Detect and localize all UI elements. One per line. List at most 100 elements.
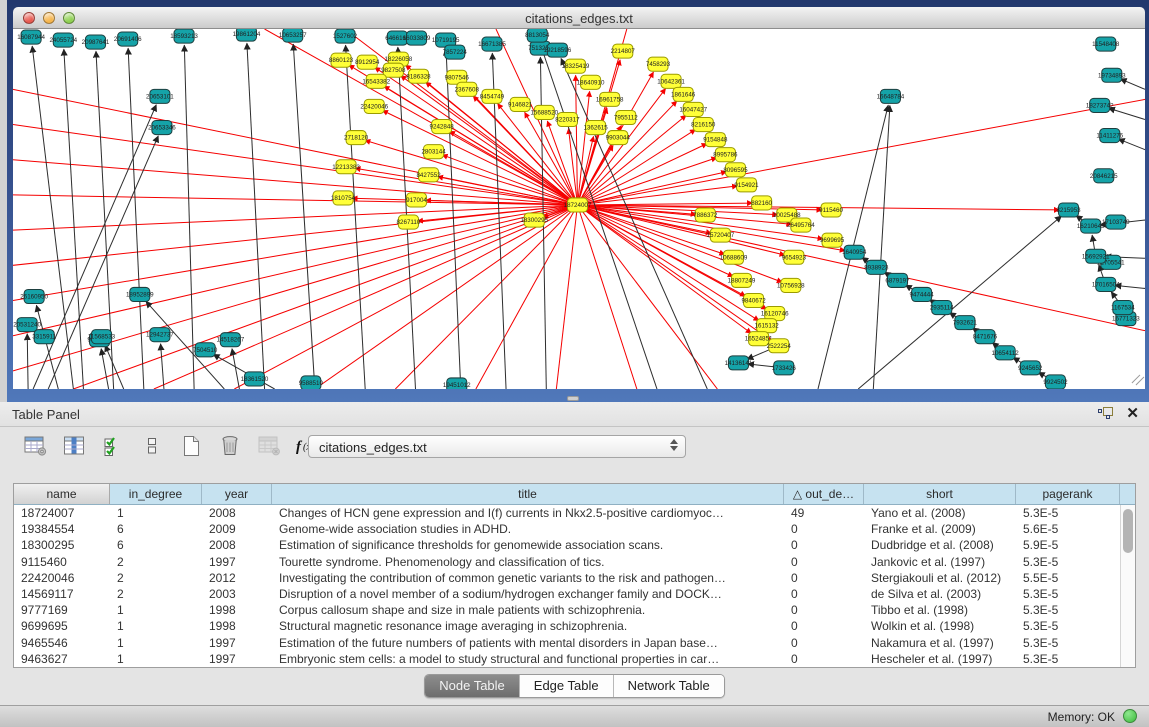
graph-node[interactable]: 9146821 xyxy=(508,97,533,111)
splitter-grip[interactable] xyxy=(567,396,579,401)
graph-node[interactable]: 9840672 xyxy=(741,293,766,307)
graph-node[interactable]: 17103749 xyxy=(1102,215,1130,229)
graph-node[interactable]: 16210643 xyxy=(1077,219,1105,233)
graph-node[interactable]: 16047427 xyxy=(679,102,707,116)
graph-node[interactable]: 18593213 xyxy=(170,29,198,43)
graph-node[interactable]: 6879197 xyxy=(885,273,910,287)
graph-node[interactable]: 8220317 xyxy=(555,112,580,126)
create-column-icon[interactable] xyxy=(178,433,204,459)
graph-node[interactable]: 16961758 xyxy=(596,92,624,106)
graph-node[interactable]: 18300295 xyxy=(520,213,548,227)
graph-node[interactable]: 1615132 xyxy=(755,319,780,333)
graph-node[interactable]: 2214807 xyxy=(611,44,636,58)
graph-node[interactable]: 11548408 xyxy=(1092,37,1120,51)
graph-node[interactable]: 18952899 xyxy=(126,287,154,301)
graph-node[interactable]: 16033809 xyxy=(403,31,431,45)
graph-node[interactable]: 2803144 xyxy=(421,145,446,159)
graph-edge[interactable] xyxy=(1118,139,1145,150)
graph-node[interactable]: 11411276 xyxy=(1096,129,1123,143)
graph-node[interactable]: 10653257 xyxy=(279,29,307,42)
graph-node[interactable]: 16671385 xyxy=(478,37,506,51)
table-row[interactable]: 1456911722003Disruption of a novel membe… xyxy=(14,586,1135,602)
graph-node[interactable]: 9903044 xyxy=(606,131,631,145)
graph-node[interactable]: 26495764 xyxy=(787,218,815,232)
graph-edge[interactable] xyxy=(27,334,28,389)
graph-node[interactable]: 2935114 xyxy=(930,301,954,315)
graph-node[interactable]: 16087944 xyxy=(17,30,45,44)
graph-node[interactable]: 18361520 xyxy=(241,372,269,386)
graph-node[interactable]: 9154848 xyxy=(703,133,728,147)
graph-edge[interactable] xyxy=(161,344,164,389)
graph-node[interactable]: 22420046 xyxy=(360,99,388,113)
graph-node[interactable]: 14518267 xyxy=(217,333,245,347)
graph-node[interactable]: 8995786 xyxy=(713,148,738,162)
graph-node[interactable]: 9115460 xyxy=(819,203,843,217)
graph-node[interactable]: 12213383 xyxy=(332,160,360,174)
table-row[interactable]: 1830029562008Estimation of significance … xyxy=(14,537,1135,553)
column-header-out_de[interactable]: △ out_de… xyxy=(784,484,864,504)
graph-edge[interactable] xyxy=(577,203,752,205)
column-header-short[interactable]: short xyxy=(864,484,1016,504)
network-window-titlebar[interactable]: citations_edges.txt xyxy=(13,7,1145,29)
graph-edge[interactable] xyxy=(13,195,577,205)
graph-edge[interactable] xyxy=(13,205,577,230)
graph-node[interactable]: 2367608 xyxy=(455,82,480,96)
graph-node[interactable]: 2522254 xyxy=(767,339,792,353)
graph-node[interactable]: 8215953 xyxy=(1056,203,1081,217)
graph-node[interactable]: 1861646 xyxy=(671,87,696,101)
table-row[interactable]: 2242004622012Investigating the contribut… xyxy=(14,570,1135,586)
graph-edge[interactable] xyxy=(36,305,58,389)
graph-edge[interactable] xyxy=(234,205,577,389)
table-select[interactable]: citations_edges.txt xyxy=(308,435,686,458)
graph-edge[interactable] xyxy=(154,205,578,389)
graph-node[interactable]: 15720407 xyxy=(707,228,735,242)
graph-edge[interactable] xyxy=(247,43,265,389)
delete-table-icon[interactable] xyxy=(256,433,282,459)
graph-node[interactable]: 882160 xyxy=(751,196,772,210)
graph-node[interactable]: 917004 xyxy=(406,193,427,207)
graph-node[interactable]: 8860123 xyxy=(329,53,354,67)
graph-node[interactable]: 1810754 xyxy=(331,191,356,205)
graph-node[interactable]: 20691406 xyxy=(114,32,142,46)
graph-node[interactable]: 20653346 xyxy=(148,121,176,135)
graph-node[interactable]: 7886372 xyxy=(693,208,718,222)
column-header-year[interactable]: year xyxy=(202,484,272,504)
graph-node[interactable]: 20846215 xyxy=(1090,169,1118,183)
show-columns-icon[interactable] xyxy=(61,433,87,459)
graph-node[interactable]: 8813054 xyxy=(525,29,550,42)
close-panel-icon[interactable]: ✕ xyxy=(1126,405,1139,423)
graph-node[interactable]: 1527602 xyxy=(333,29,358,43)
graph-edge[interactable] xyxy=(13,205,577,301)
graph-node[interactable]: 9699695 xyxy=(820,233,845,247)
table-row[interactable]: 969969511998Structural magnetic resonanc… xyxy=(14,618,1135,634)
graph-node[interactable]: 24055724 xyxy=(49,33,77,47)
graph-node[interactable]: 9242848 xyxy=(430,120,455,134)
graph-node[interactable]: 8471676 xyxy=(973,330,998,344)
graph-node[interactable]: 3315911 xyxy=(32,330,56,344)
graph-edge[interactable] xyxy=(13,160,577,205)
graph-node[interactable]: 9154921 xyxy=(734,178,759,192)
clear-selection-icon[interactable] xyxy=(139,433,165,459)
graph-node[interactable]: 18640910 xyxy=(577,75,605,89)
column-header-pagerank[interactable]: pagerank xyxy=(1016,484,1120,504)
graph-node[interactable]: 7932621 xyxy=(953,316,978,330)
memory-indicator[interactable] xyxy=(1123,709,1137,723)
float-panel-icon[interactable] xyxy=(1097,406,1114,422)
graph-node[interactable]: 15692921 xyxy=(1082,249,1110,263)
table-scrollbar[interactable] xyxy=(1120,505,1135,667)
graph-node[interactable]: 9654923 xyxy=(782,250,807,264)
graph-node[interactable]: 1362615 xyxy=(583,121,608,135)
graph-edge[interactable] xyxy=(577,143,707,204)
graph-node[interactable]: 8454749 xyxy=(480,89,505,103)
table-scrollbar-thumb[interactable] xyxy=(1123,509,1133,553)
column-header-in_degree[interactable]: in_degree xyxy=(110,484,202,504)
graph-edge[interactable] xyxy=(1120,79,1145,90)
graph-edge[interactable] xyxy=(101,349,108,389)
table-row[interactable]: 977716911998Corpus callosum shape and si… xyxy=(14,602,1135,618)
graph-node[interactable]: 19734893 xyxy=(1098,68,1126,82)
graph-edge[interactable] xyxy=(315,205,578,389)
graph-node[interactable]: 9924502 xyxy=(1043,375,1068,389)
table-row[interactable]: 1872400712008Changes of HCN gene express… xyxy=(14,505,1135,521)
graph-node[interactable]: 8186328 xyxy=(406,69,431,83)
table-mode-icon[interactable] xyxy=(22,433,48,459)
